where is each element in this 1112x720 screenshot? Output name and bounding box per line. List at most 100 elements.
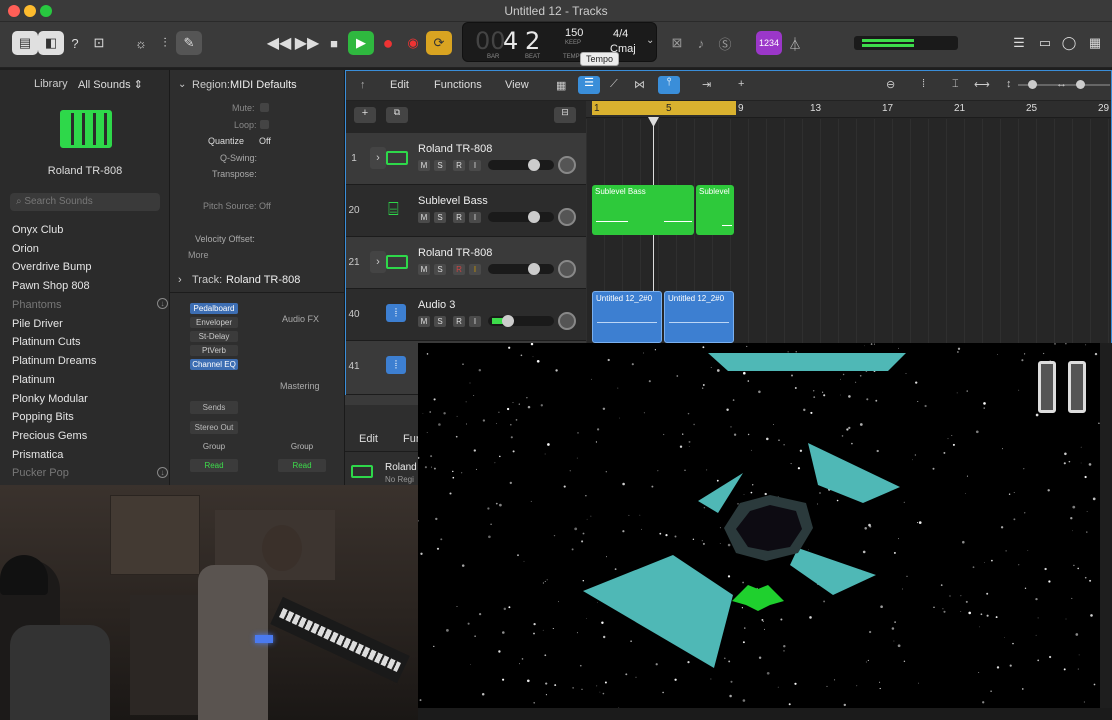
track-name[interactable]: Roland TR-808 (226, 274, 300, 286)
track-name[interactable]: Audio 3 (418, 299, 455, 311)
track-header[interactable]: 40 ⦙ Audio 3 M S R I (346, 289, 586, 341)
cycle-region[interactable] (592, 101, 736, 115)
mixer-icon[interactable]: ⫶ (152, 31, 178, 55)
go-to-start-icon[interactable]: ■ (321, 31, 347, 55)
solo-button[interactable]: S (434, 212, 446, 223)
note-pad-icon[interactable]: ▭ (1032, 31, 1058, 55)
input-monitor-button[interactable]: I (469, 316, 481, 327)
midi-region[interactable]: Sublevel Bass (592, 185, 694, 235)
list-item[interactable]: Pawn Shop 808 (12, 280, 90, 292)
chevron-down-icon[interactable]: ⌄ (646, 35, 654, 46)
smart-controls-icon[interactable]: ☼ (128, 31, 154, 55)
track-header[interactable]: 21 › Roland TR-808 M S R I (346, 237, 586, 289)
list-item[interactable]: Platinum (12, 374, 55, 386)
mastering-label[interactable]: Mastering (280, 381, 320, 391)
view-menu[interactable]: View (505, 79, 529, 91)
list-editors-icon[interactable]: ☰ (1006, 31, 1032, 55)
list-item[interactable]: Prismatica (12, 449, 63, 461)
track-header[interactable]: 20 ⌸ Sublevel Bass M S R I (346, 185, 586, 237)
flex-icon[interactable]: ⋈ (634, 78, 645, 91)
plugin-slot[interactable]: Pedalboard (190, 303, 238, 314)
list-item[interactable]: Phantoms (12, 299, 62, 311)
fit-icon[interactable]: ⟷ (974, 78, 990, 91)
edit-menu[interactable]: Edit (359, 433, 378, 445)
vertical-zoom-icon[interactable]: ⌶ (952, 78, 959, 91)
functions-menu[interactable]: Functions (434, 79, 482, 91)
audio-region[interactable]: Untitled 12_2#0 (664, 291, 734, 343)
mute-button[interactable]: M (418, 212, 430, 223)
fast-forward-icon[interactable]: ▶▶ (294, 31, 320, 55)
list-view-icon[interactable]: ☰ (578, 76, 600, 94)
catch-playhead-icon[interactable]: ⫯ (658, 76, 680, 94)
quantize-value[interactable]: Off (259, 136, 271, 146)
record-enable-button[interactable]: R (453, 316, 465, 327)
ruler[interactable]: 1 5 9 13 17 21 25 29 (586, 101, 1111, 118)
waveform-icon[interactable]: ⁞ (922, 78, 925, 90)
list-item[interactable]: Popping Bits (12, 411, 74, 423)
mute-checkbox[interactable] (260, 103, 269, 112)
metronome-icon[interactable]: ⏃ (782, 31, 808, 55)
help-icon[interactable]: ? (62, 31, 88, 55)
cycle-button[interactable]: ⟳ (426, 31, 452, 55)
record-enable-button[interactable]: R (453, 264, 465, 275)
pan-knob[interactable] (558, 260, 576, 278)
automation-read-button[interactable]: Read (278, 459, 326, 472)
vertical-zoom-slider-icon[interactable]: ↕ (1006, 78, 1012, 90)
replace-icon[interactable]: ⊠ (664, 31, 690, 55)
input-monitor-button[interactable]: I (469, 160, 481, 171)
zoom-menu-icon[interactable]: ⊖ (886, 78, 895, 91)
game-viewport[interactable] (418, 343, 1100, 708)
volume-slider[interactable] (488, 159, 554, 171)
snap-icon[interactable]: ⇥ (702, 78, 711, 91)
solo-button[interactable]: S (434, 264, 446, 275)
audio-region[interactable]: Untitled 12_2#0 (592, 291, 662, 343)
tuner-icon[interactable]: ♪ (688, 31, 714, 55)
plugin-slot[interactable]: PtVerb (190, 345, 238, 356)
list-item[interactable]: Precious Gems (12, 430, 87, 442)
chevron-right-icon[interactable]: › (370, 147, 386, 169)
list-item[interactable]: Platinum Dreams (12, 355, 96, 367)
duplicate-track-icon[interactable]: ⧉ (386, 107, 408, 123)
mute-button[interactable]: M (418, 160, 430, 171)
track-name[interactable]: Roland TR-808 (418, 247, 492, 259)
plugin-slot[interactable]: Enveloper (190, 317, 238, 328)
output-button[interactable]: Stereo Out (190, 421, 238, 434)
solo-icon[interactable]: Ⓢ (712, 31, 738, 55)
download-icon[interactable]: ↓ (157, 298, 168, 309)
add-tool-icon[interactable]: + (738, 78, 744, 90)
solo-button[interactable]: S (434, 316, 446, 327)
volume-slider[interactable] (488, 263, 554, 275)
mute-button[interactable]: M (418, 264, 430, 275)
pan-knob[interactable] (558, 156, 576, 174)
chevron-right-icon[interactable]: › (370, 251, 386, 273)
sends-button[interactable]: Sends (190, 401, 238, 414)
record-arm-icon[interactable]: ◉ (400, 31, 426, 55)
track-header[interactable]: 1 › Roland TR-808 M S R I (346, 133, 586, 185)
inspector-toggle-icon[interactable]: ◧ (38, 31, 64, 55)
add-track-button[interactable]: + (354, 107, 376, 123)
pause-icon[interactable] (1068, 361, 1086, 413)
count-in-button[interactable]: 1234 (756, 31, 782, 55)
pitch-source-value[interactable]: Off (259, 201, 271, 211)
track-name[interactable]: Sublevel Bass (418, 195, 488, 207)
editor-icon[interactable]: ✎ (176, 31, 202, 55)
loop-browser-icon[interactable]: ◯ (1056, 31, 1082, 55)
record-button[interactable]: ● (375, 31, 401, 55)
pencil-tool-icon[interactable]: ⟋ (610, 78, 618, 91)
volume-slider[interactable] (488, 211, 554, 223)
list-item[interactable]: Onyx Club (12, 224, 63, 236)
group-button[interactable]: Group (278, 440, 326, 453)
group-button[interactable]: Group (190, 440, 238, 453)
midi-region[interactable]: Sublevel (696, 185, 734, 235)
record-enable-button[interactable]: R (453, 160, 465, 171)
record-enable-button[interactable]: R (453, 212, 465, 223)
list-item[interactable]: Orion (12, 243, 39, 255)
back-arrow-icon[interactable]: ↑ (360, 79, 366, 91)
list-item[interactable]: Pucker Pop (12, 467, 69, 479)
play-button[interactable]: ▶ (348, 31, 374, 55)
automation-read-button[interactable]: Read (190, 459, 238, 472)
chevron-down-icon[interactable]: ⌄ (178, 79, 186, 90)
search-input[interactable]: ⌕ Search Sounds (10, 193, 160, 211)
pan-knob[interactable] (558, 312, 576, 330)
master-volume-meter[interactable] (854, 36, 958, 50)
